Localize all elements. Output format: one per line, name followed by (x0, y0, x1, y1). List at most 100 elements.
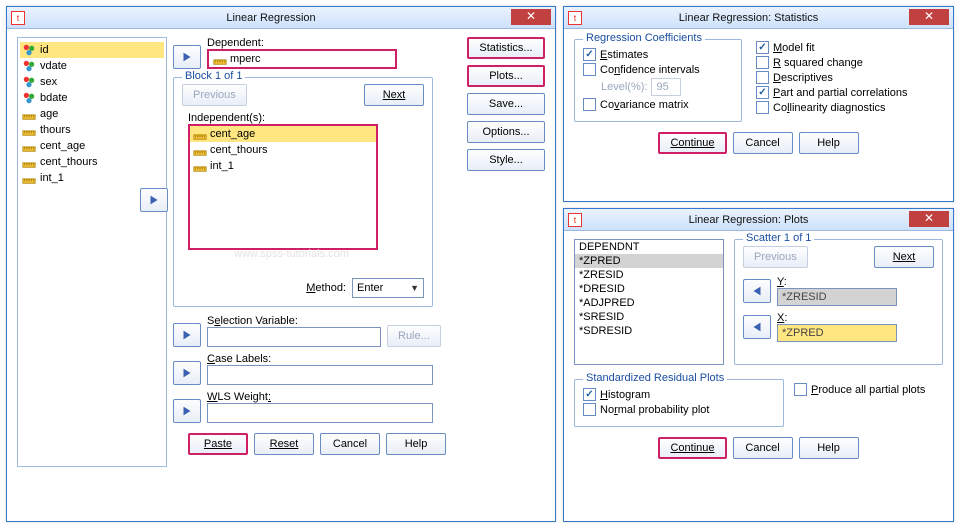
statistics-button[interactable]: Statistics... (467, 37, 545, 59)
case-labels-field[interactable] (207, 365, 433, 385)
move-to-selection-button[interactable] (173, 323, 201, 347)
descriptives-checkbox[interactable] (756, 71, 769, 84)
nominal-icon (22, 75, 36, 89)
move-to-dependent-button[interactable] (173, 45, 201, 69)
plot-list-item[interactable]: *ZRESID (575, 268, 723, 282)
dependent-label: Dependent: (207, 37, 461, 49)
independent-item[interactable]: int_1 (190, 158, 376, 174)
close-button[interactable]: ✕ (909, 9, 949, 25)
style-button[interactable]: Style... (467, 149, 545, 171)
standardized-residual-group: Standardized Residual Plots Histogram No… (574, 379, 784, 427)
normal-prob-checkbox[interactable] (583, 403, 596, 416)
plot-list-item[interactable]: *ADJPRED (575, 296, 723, 310)
estimates-checkbox[interactable] (583, 48, 596, 61)
histogram-label: Histogram (600, 389, 650, 401)
move-to-x-button[interactable] (743, 315, 771, 339)
statistics-dialog: t Linear Regression: Statistics ✕ Regres… (563, 6, 954, 202)
descriptives-label: Descriptives (773, 72, 833, 84)
independent-label: cent_thours (210, 144, 267, 156)
bottom-buttons: Continue Cancel Help (574, 437, 943, 459)
independents-label: Independent(s): (188, 112, 424, 124)
var-item-cent_thours[interactable]: cent_thours (20, 154, 164, 170)
collinearity-checkbox[interactable] (756, 101, 769, 114)
plot-list-item[interactable]: *ZPRED (575, 254, 723, 268)
next-button[interactable]: Next (364, 84, 424, 106)
help-button[interactable]: Help (799, 437, 859, 459)
ruler-icon (193, 143, 207, 157)
ruler-icon (213, 52, 227, 66)
all-partial-checkbox[interactable] (794, 383, 807, 396)
linear-regression-dialog: t Linear Regression ✕ id vdate sexbdate age… (6, 6, 556, 522)
continue-button[interactable]: Continue (658, 132, 726, 154)
var-item-int_1[interactable]: int_1 (20, 170, 164, 186)
selection-label: Selection Variable: (207, 315, 381, 327)
scatter-next-button[interactable]: Next (874, 246, 934, 268)
dependent-value: mperc (230, 53, 261, 65)
ruler-icon (22, 155, 36, 169)
watermark: www.spss-tutorials.com (234, 248, 349, 260)
source-variable-list[interactable]: id vdate sexbdate age thours cent_age cent_tho… (17, 37, 167, 467)
var-label: age (40, 108, 58, 120)
bottom-buttons: Paste Reset Cancel Help (173, 433, 461, 455)
r2-label: R squared change (773, 57, 863, 69)
histogram-checkbox[interactable] (583, 388, 596, 401)
help-button[interactable]: Help (386, 433, 446, 455)
var-item-bdate[interactable]: bdate (20, 90, 164, 106)
plot-list-item[interactable]: *SDRESID (575, 324, 723, 338)
var-item-id[interactable]: id (20, 42, 164, 58)
plots-dialog: t Linear Regression: Plots ✕ DEPENDNT*ZP… (563, 208, 954, 522)
covariance-checkbox[interactable] (583, 98, 596, 111)
cancel-button[interactable]: Cancel (320, 433, 380, 455)
var-label: id (40, 44, 49, 56)
cancel-button[interactable]: Cancel (733, 132, 793, 154)
modelfit-checkbox[interactable] (756, 41, 769, 54)
var-item-vdate[interactable]: vdate (20, 58, 164, 74)
x-label: X: (777, 312, 897, 324)
rule-button: Rule... (387, 325, 441, 347)
var-label: vdate (40, 60, 67, 72)
move-to-independents-button[interactable] (140, 188, 168, 212)
var-item-sex[interactable]: sex (20, 74, 164, 90)
options-button[interactable]: Options... (467, 121, 545, 143)
paste-button[interactable]: Paste (188, 433, 248, 455)
move-to-y-button[interactable] (743, 279, 771, 303)
scatter-previous-button: Previous (743, 246, 808, 268)
plot-variables-list[interactable]: DEPENDNT*ZPRED*ZRESID*DRESID*ADJPRED*SRE… (574, 239, 724, 365)
var-item-thours[interactable]: thours (20, 122, 164, 138)
plot-list-item[interactable]: *SRESID (575, 310, 723, 324)
move-to-caselabels-button[interactable] (173, 361, 201, 385)
plot-list-item[interactable]: DEPENDNT (575, 240, 723, 254)
ruler-icon (22, 123, 36, 137)
wls-field[interactable] (207, 403, 433, 423)
dependent-field[interactable]: mperc (207, 49, 397, 69)
confidence-checkbox[interactable] (583, 63, 596, 76)
independent-item[interactable]: cent_thours (190, 142, 376, 158)
scatter-group: Scatter 1 of 1 Previous Next Y: *ZRESID … (734, 239, 943, 365)
help-button[interactable]: Help (799, 132, 859, 154)
r2-checkbox[interactable] (756, 56, 769, 69)
srp-legend: Standardized Residual Plots (583, 372, 727, 384)
method-dropdown[interactable]: Enter ▼ (352, 278, 424, 298)
var-item-cent_age[interactable]: cent_age (20, 138, 164, 154)
plots-button[interactable]: Plots... (467, 65, 545, 87)
dialog-title: Linear Regression: Plots (588, 214, 909, 226)
app-icon: t (11, 11, 25, 25)
nominal-icon (22, 59, 36, 73)
continue-button[interactable]: Continue (658, 437, 726, 459)
save-button[interactable]: Save... (467, 93, 545, 115)
x-field[interactable]: *ZPRED (777, 324, 897, 342)
close-button[interactable]: ✕ (909, 211, 949, 227)
reset-button[interactable]: Reset (254, 433, 314, 455)
y-field[interactable]: *ZRESID (777, 288, 897, 306)
close-button[interactable]: ✕ (511, 9, 551, 25)
titlebar: t Linear Regression ✕ (7, 7, 555, 29)
cancel-button[interactable]: Cancel (733, 437, 793, 459)
plot-list-item[interactable]: *DRESID (575, 282, 723, 296)
var-label: cent_age (40, 140, 85, 152)
independents-list[interactable]: cent_age cent_thours int_1 (188, 124, 378, 250)
var-item-age[interactable]: age (20, 106, 164, 122)
part-checkbox[interactable] (756, 86, 769, 99)
selection-field[interactable] (207, 327, 381, 347)
independent-item[interactable]: cent_age (190, 126, 376, 142)
move-to-wls-button[interactable] (173, 399, 201, 423)
